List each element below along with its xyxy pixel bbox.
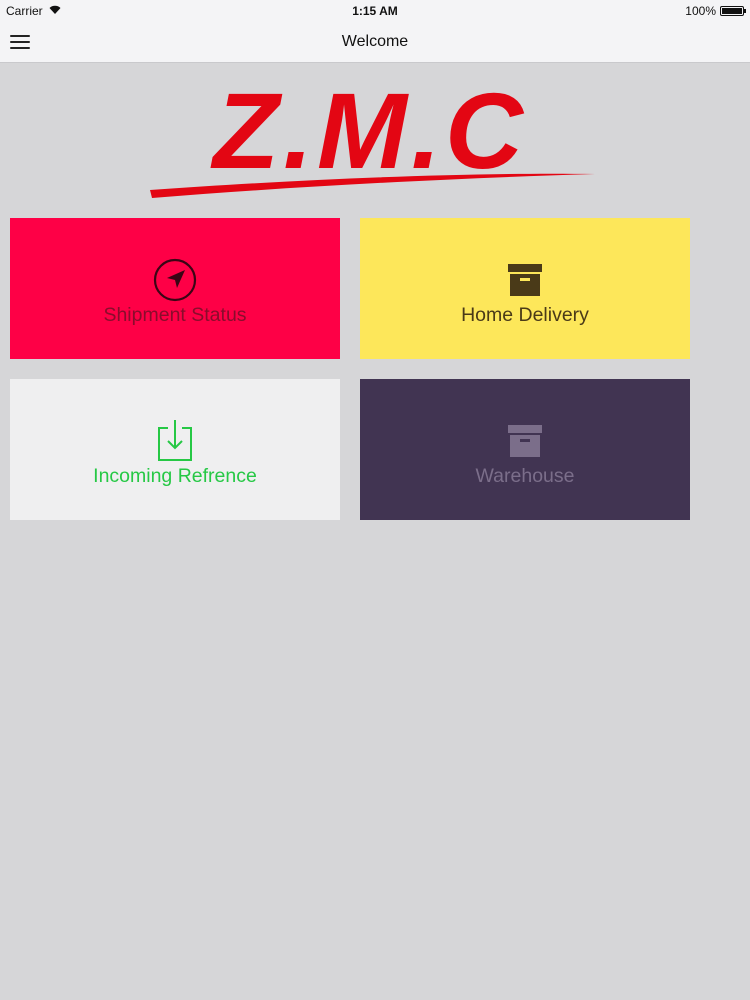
- warehouse-label: Warehouse: [475, 465, 575, 487]
- archive-box-icon: [360, 421, 690, 461]
- archive-box-icon: [360, 260, 690, 300]
- download-tray-icon: [10, 420, 340, 461]
- battery-percent: 100%: [685, 4, 716, 18]
- battery-icon: [720, 6, 746, 16]
- logo-text: Z.M.C: [210, 72, 527, 191]
- home-delivery-tile[interactable]: Home Delivery: [360, 218, 690, 359]
- warehouse-tile[interactable]: Warehouse: [360, 379, 690, 520]
- navigation-bar: Welcome: [0, 22, 750, 63]
- shipment-status-tile[interactable]: Shipment Status: [10, 218, 340, 359]
- clock: 1:15 AM: [352, 4, 398, 18]
- page-title: Welcome: [341, 33, 409, 50]
- navigation-arrow-icon: [10, 258, 340, 302]
- incoming-refrence-label: Incoming Refrence: [93, 465, 257, 487]
- incoming-refrence-tile[interactable]: Incoming Refrence: [10, 379, 340, 520]
- zmc-logo: Z.M.C: [150, 72, 595, 198]
- home-delivery-label: Home Delivery: [461, 304, 589, 326]
- status-bar: Carrier 1:15 AM 100%: [0, 0, 750, 22]
- shipment-status-label: Shipment Status: [103, 304, 247, 326]
